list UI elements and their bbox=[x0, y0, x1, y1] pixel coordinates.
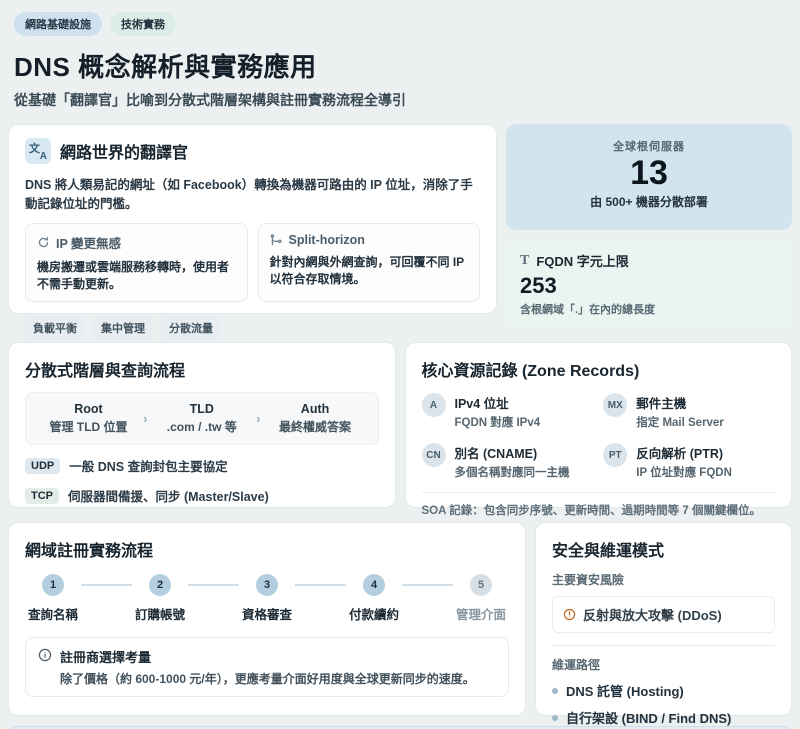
bullet-dot-icon bbox=[552, 688, 558, 694]
dns-hierarchy-flow: Root 管理 TLD 位置 › TLD .com / .tw 等 › Auth… bbox=[25, 392, 379, 445]
registrar-note-title: 註冊商選擇考量 bbox=[60, 647, 475, 666]
flow-node-auth: Auth 最終權威答案 bbox=[263, 402, 368, 435]
ops-list: DNS 託管 (Hosting) 自行架設 (BIND / Find DNS) bbox=[552, 681, 775, 727]
step-4: 4 付款續約 bbox=[346, 574, 402, 623]
step-1: 1 查詢名稱 bbox=[25, 574, 81, 623]
feature-ip-change: IP 變更無感 機房搬遷或雲端服務移轉時，使用者不需手動更新。 bbox=[25, 223, 248, 302]
tag-load-balancing: 負載平衡 bbox=[25, 316, 85, 340]
alert-icon bbox=[563, 608, 576, 621]
registration-steps: 1 查詢名稱 2 訂購帳號 3 資格審查 4 付款續約 bbox=[25, 574, 509, 623]
header-badges: 網路基礎設施 技術實務 bbox=[14, 12, 786, 36]
fqdn-stat-card: T FQDN 字元上限 253 含根網域「.」在內的總長度 bbox=[506, 240, 792, 328]
step-3: 3 資格審查 bbox=[239, 574, 295, 623]
page-subtitle: 從基礎「翻譯官」比喻到分散式階層架構與註冊實務流程全導引 bbox=[14, 90, 786, 110]
protocol-tcp: TCP 伺服器間備援、同步 (Master/Slave) bbox=[25, 486, 379, 505]
records-title: 核心資源記錄 (Zone Records) bbox=[422, 357, 776, 381]
translator-title: 網路世界的翻譯官 bbox=[60, 139, 188, 163]
ops-item-hosting: DNS 託管 (Hosting) bbox=[552, 681, 775, 700]
translate-icon: 文 A bbox=[25, 138, 51, 164]
step-2: 2 訂購帳號 bbox=[132, 574, 188, 623]
root-servers-note: 由 500+ 機器分散部署 bbox=[506, 193, 792, 210]
bullet-dot-icon bbox=[552, 715, 558, 721]
tag-central-management: 集中管理 bbox=[93, 316, 153, 340]
security-card: 安全與維運模式 主要資安風險 反射與放大攻擊 (DDoS) 維運路徑 DNS 託… bbox=[535, 522, 792, 716]
record-cname: CN 別名 (CNAME) 多個名稱對應同一主機 bbox=[422, 443, 594, 480]
chevron-right-icon: › bbox=[141, 411, 149, 426]
registrar-note-desc: 除了價格（約 600-1000 元/年），更應考量介面好用度與全球更新同步的速度… bbox=[60, 670, 475, 687]
step-connector bbox=[188, 584, 239, 586]
root-servers-label: 全球根伺服器 bbox=[506, 138, 792, 154]
step-connector bbox=[402, 584, 453, 586]
info-icon bbox=[38, 648, 52, 662]
translator-tags: 負載平衡 集中管理 分散流量 bbox=[25, 316, 480, 340]
record-a-badge: A bbox=[422, 393, 446, 417]
badge-technical-practice: 技術實務 bbox=[110, 12, 176, 36]
step-connector bbox=[295, 584, 346, 586]
step-connector bbox=[81, 584, 132, 586]
refresh-icon bbox=[37, 236, 50, 249]
records-card: 核心資源記錄 (Zone Records) A IPv4 位址 FQDN 對應 … bbox=[405, 342, 793, 508]
records-grid: A IPv4 位址 FQDN 對應 IPv4 MX 郵件主機 指定 Mail S… bbox=[422, 393, 776, 480]
row-architecture: 分散式階層與查詢流程 Root 管理 TLD 位置 › TLD .com / .… bbox=[8, 342, 792, 508]
soa-note: SOA 記錄：包含同步序號、更新時間、過期時間等 7 個關鍵欄位。 bbox=[422, 492, 776, 518]
record-ptr-badge: PT bbox=[603, 443, 627, 467]
page-title: DNS 概念解析與實務應用 bbox=[14, 47, 786, 84]
badge-network-infrastructure: 網路基礎設施 bbox=[14, 12, 102, 36]
chevron-right-icon: › bbox=[254, 411, 262, 426]
feature-split-horizon-desc: 針對內網與外網查詢，可回覆不同 IP 以符合存取情境。 bbox=[270, 253, 469, 287]
ops-label: 維運路徑 bbox=[552, 656, 775, 673]
udp-badge: UDP bbox=[25, 458, 60, 474]
security-title: 安全與維運模式 bbox=[552, 537, 775, 561]
stats-column: 全球根伺服器 13 由 500+ 機器分散部署 T FQDN 字元上限 253 … bbox=[506, 124, 792, 328]
translator-description: DNS 將人類易記的網址（如 Facebook）轉換為機器可路由的 IP 位址，… bbox=[25, 174, 480, 212]
hierarchy-title: 分散式階層與查詢流程 bbox=[25, 357, 379, 381]
feature-split-horizon: Split-horizon 針對內網與外網查詢，可回覆不同 IP 以符合存取情境… bbox=[258, 223, 481, 302]
risk-label: 主要資安風險 bbox=[552, 571, 775, 588]
protocol-udp: UDP 一般 DNS 查詢封包主要協定 bbox=[25, 456, 379, 475]
flow-node-root: Root 管理 TLD 位置 bbox=[36, 402, 141, 435]
branch-icon bbox=[270, 234, 283, 247]
record-a: A IPv4 位址 FQDN 對應 IPv4 bbox=[422, 393, 594, 430]
registration-title: 網域註冊實務流程 bbox=[25, 537, 509, 561]
divider bbox=[552, 645, 775, 646]
record-mx-badge: MX bbox=[603, 393, 627, 417]
registrar-note: 註冊商選擇考量 除了價格（約 600-1000 元/年），更應考量介面好用度與全… bbox=[25, 637, 509, 697]
fqdn-note: 含根網域「.」在內的總長度 bbox=[520, 301, 778, 317]
row-overview: 文 A 網路世界的翻譯官 DNS 將人類易記的網址（如 Facebook）轉換為… bbox=[8, 124, 792, 328]
header: 網路基礎設施 技術實務 DNS 概念解析與實務應用 從基礎「翻譯官」比喻到分散式… bbox=[8, 8, 792, 110]
feature-ip-change-desc: 機房搬遷或雲端服務移轉時，使用者不需手動更新。 bbox=[37, 258, 236, 292]
record-cname-badge: CN bbox=[422, 443, 446, 467]
root-servers-stat-card: 全球根伺服器 13 由 500+ 機器分散部署 bbox=[506, 124, 792, 230]
ops-item-self-hosted: 自行架設 (BIND / Find DNS) bbox=[552, 708, 775, 727]
step-5: 5 管理介面 bbox=[453, 574, 509, 623]
tag-traffic-distribution: 分散流量 bbox=[161, 316, 221, 340]
root-servers-value: 13 bbox=[506, 154, 792, 193]
record-ptr: PT 反向解析 (PTR) IP 位址對應 FQDN bbox=[603, 443, 775, 480]
risk-item-ddos: 反射與放大攻擊 (DDoS) bbox=[552, 596, 775, 633]
registration-card: 網域註冊實務流程 1 查詢名稱 2 訂購帳號 3 資格審查 4 bbox=[8, 522, 526, 716]
flow-node-tld: TLD .com / .tw 等 bbox=[149, 402, 254, 435]
record-mx: MX 郵件主機 指定 Mail Server bbox=[603, 393, 775, 430]
row-registration: 網域註冊實務流程 1 查詢名稱 2 訂購帳號 3 資格審查 4 bbox=[8, 522, 792, 716]
fqdn-label: FQDN 字元上限 bbox=[536, 251, 628, 270]
type-icon: T bbox=[520, 253, 529, 269]
hierarchy-card: 分散式階層與查詢流程 Root 管理 TLD 位置 › TLD .com / .… bbox=[8, 342, 396, 508]
tcp-badge: TCP bbox=[25, 488, 59, 504]
fqdn-value: 253 bbox=[520, 273, 778, 299]
translator-card: 文 A 網路世界的翻譯官 DNS 將人類易記的網址（如 Facebook）轉換為… bbox=[8, 124, 497, 314]
page: 網路基礎設施 技術實務 DNS 概念解析與實務應用 從基礎「翻譯官」比喻到分散式… bbox=[0, 0, 800, 729]
